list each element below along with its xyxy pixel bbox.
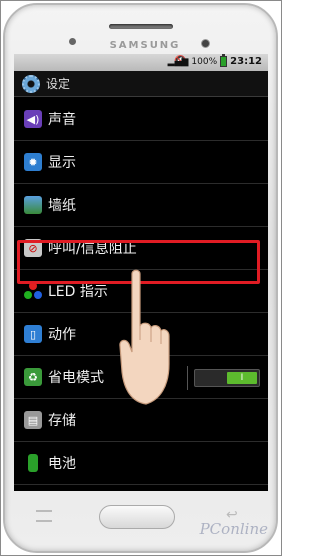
- phone-screen: 🔇 ▂▄▆ 100% 23:12 设定 ◀) 声音 ✹ 显示 墙纸 ⊘ 呼叫/信…: [14, 54, 268, 491]
- settings-item-label: 显示: [48, 155, 76, 171]
- earpiece-speaker: [109, 24, 173, 29]
- clock: 23:12: [230, 56, 262, 67]
- settings-item-wallpaper[interactable]: 墙纸: [14, 184, 268, 227]
- toggle-knob: I: [227, 372, 257, 384]
- settings-item-label: 存储: [48, 413, 76, 429]
- page-title: 设定: [46, 77, 71, 91]
- power-saving-toggle[interactable]: I: [194, 369, 260, 387]
- settings-item-label: 声音: [48, 112, 76, 128]
- brand-logo: SAMSUNG: [109, 40, 181, 51]
- led-icon: [24, 282, 42, 300]
- wallpaper-icon: [24, 196, 42, 214]
- settings-header: 设定: [14, 71, 268, 97]
- settings-item-label: 动作: [48, 327, 76, 343]
- settings-item-display[interactable]: ✹ 显示: [14, 141, 268, 184]
- home-button[interactable]: [99, 505, 175, 529]
- display-icon: ✹: [24, 153, 42, 171]
- watermark-logo: PConline: [199, 520, 268, 538]
- gear-icon: [22, 74, 40, 93]
- power-saving-icon: ♻: [24, 368, 42, 386]
- motion-icon: ▯: [24, 325, 42, 343]
- settings-item-battery[interactable]: 电池: [14, 442, 268, 485]
- settings-item-label: 省电模式: [48, 370, 104, 386]
- settings-item-sound[interactable]: ◀) 声音: [14, 98, 268, 141]
- signal-icon: ▂▄▆: [167, 56, 189, 67]
- menu-key[interactable]: [36, 510, 52, 522]
- front-camera: [201, 39, 210, 48]
- proximity-sensor: [69, 38, 76, 45]
- status-bar: 🔇 ▂▄▆ 100% 23:12: [14, 54, 268, 71]
- battery-icon: [28, 454, 38, 472]
- toggle-divider: [187, 366, 188, 390]
- settings-item-label: LED 指示: [48, 284, 108, 300]
- battery-percent: 100%: [191, 56, 218, 67]
- settings-item-label: 电池: [48, 456, 76, 472]
- pointing-hand-icon: [119, 269, 170, 405]
- battery-status-icon: [220, 54, 228, 67]
- storage-icon: ▤: [24, 411, 42, 429]
- speaker-icon: ◀): [24, 110, 42, 128]
- settings-item-label: 墙纸: [48, 198, 76, 214]
